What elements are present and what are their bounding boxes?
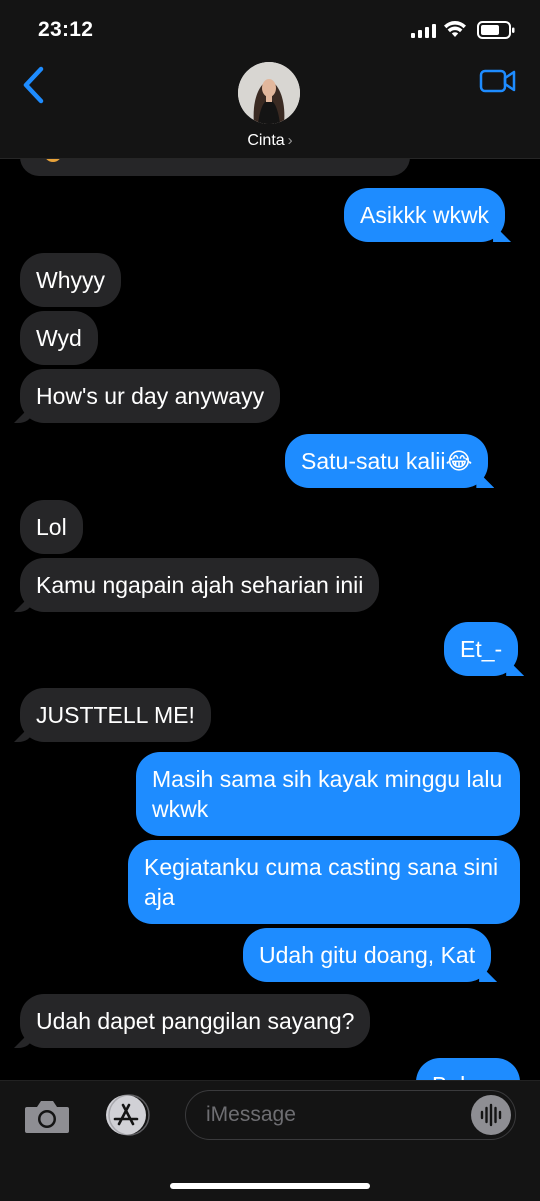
message-text: Kegiatanku cuma casting sana sini aja	[144, 854, 499, 910]
audio-waveform-icon	[480, 1103, 502, 1127]
message-bubble-incoming[interactable]: Udah dapet panggilan sayang?	[20, 994, 371, 1048]
message-text: Et_-	[460, 636, 503, 662]
message-text: How's ur day anywayy	[36, 383, 265, 409]
message-bubble-incoming[interactable]: How's ur day anywayy	[20, 369, 281, 423]
camera-icon[interactable]	[23, 1097, 71, 1135]
imessage-input[interactable]	[204, 1102, 468, 1128]
battery-icon	[477, 21, 515, 39]
message-bubble-outgoing[interactable]: Masih sama sih kayak minggu lalu wkwk	[136, 752, 520, 836]
message-bubble-outgoing[interactable]: Udah gitu doang, Kat	[243, 928, 492, 982]
chevron-right-icon: ›	[287, 132, 293, 149]
contact-name-label: Cinta	[247, 132, 285, 149]
message-bubble-incoming[interactable]: Wyd	[20, 311, 98, 365]
message-text: Kamu ngapain ajah seharian inii	[36, 572, 364, 598]
cellular-signal-icon	[411, 24, 436, 38]
message-text: JUSTTELL ME!	[36, 702, 195, 728]
message-text: Whyyy	[36, 267, 105, 293]
message-text: Udah dapet panggilan sayang?	[36, 1008, 355, 1034]
video-camera-icon[interactable]	[479, 68, 517, 94]
message-text: Asikkk wkwk	[360, 202, 490, 228]
message-bubble-outgoing[interactable]: Satu-satu kalii😂	[285, 434, 489, 488]
contact-name[interactable]: Cinta ›	[0, 132, 540, 150]
conversation-header: 23:12 Cinta ›	[0, 0, 540, 159]
app-store-icon[interactable]	[101, 1094, 153, 1136]
contact-avatar[interactable]	[238, 62, 300, 124]
message-bubble-incoming[interactable]: Lol	[20, 500, 83, 554]
message-text: Lol	[36, 514, 67, 540]
message-text: Masih sama sih kayak minggu lalu wkwk	[152, 766, 503, 822]
message-text: Satu-satu kalii😂	[301, 448, 473, 474]
message-bubble-incoming[interactable]: Whyyy	[20, 253, 121, 307]
home-indicator[interactable]	[170, 1183, 370, 1189]
wifi-icon	[444, 21, 466, 37]
message-bubble-outgoing[interactable]: Et_-	[444, 622, 519, 676]
message-text: Wyd	[36, 325, 82, 351]
status-bar: 23:12	[0, 0, 540, 60]
imessage-input-field[interactable]	[185, 1090, 516, 1140]
message-bubble-outgoing[interactable]: Kegiatanku cuma casting sana sini aja	[128, 840, 520, 924]
message-bubble-incoming[interactable]: JUSTTELL ME!	[20, 688, 211, 742]
message-text: Udah gitu doang, Kat	[259, 942, 476, 968]
back-chevron-icon[interactable]	[22, 66, 46, 104]
message-thread: Asikkk wkwk Whyyy Wyd How's ur day anywa…	[0, 0, 540, 1200]
message-bubble-incoming[interactable]: Kamu ngapain ajah seharian inii	[20, 558, 380, 612]
message-bubble-outgoing[interactable]: Asikkk wkwk	[344, 188, 506, 242]
status-time: 23:12	[38, 18, 94, 41]
audio-message-button[interactable]	[471, 1095, 511, 1135]
